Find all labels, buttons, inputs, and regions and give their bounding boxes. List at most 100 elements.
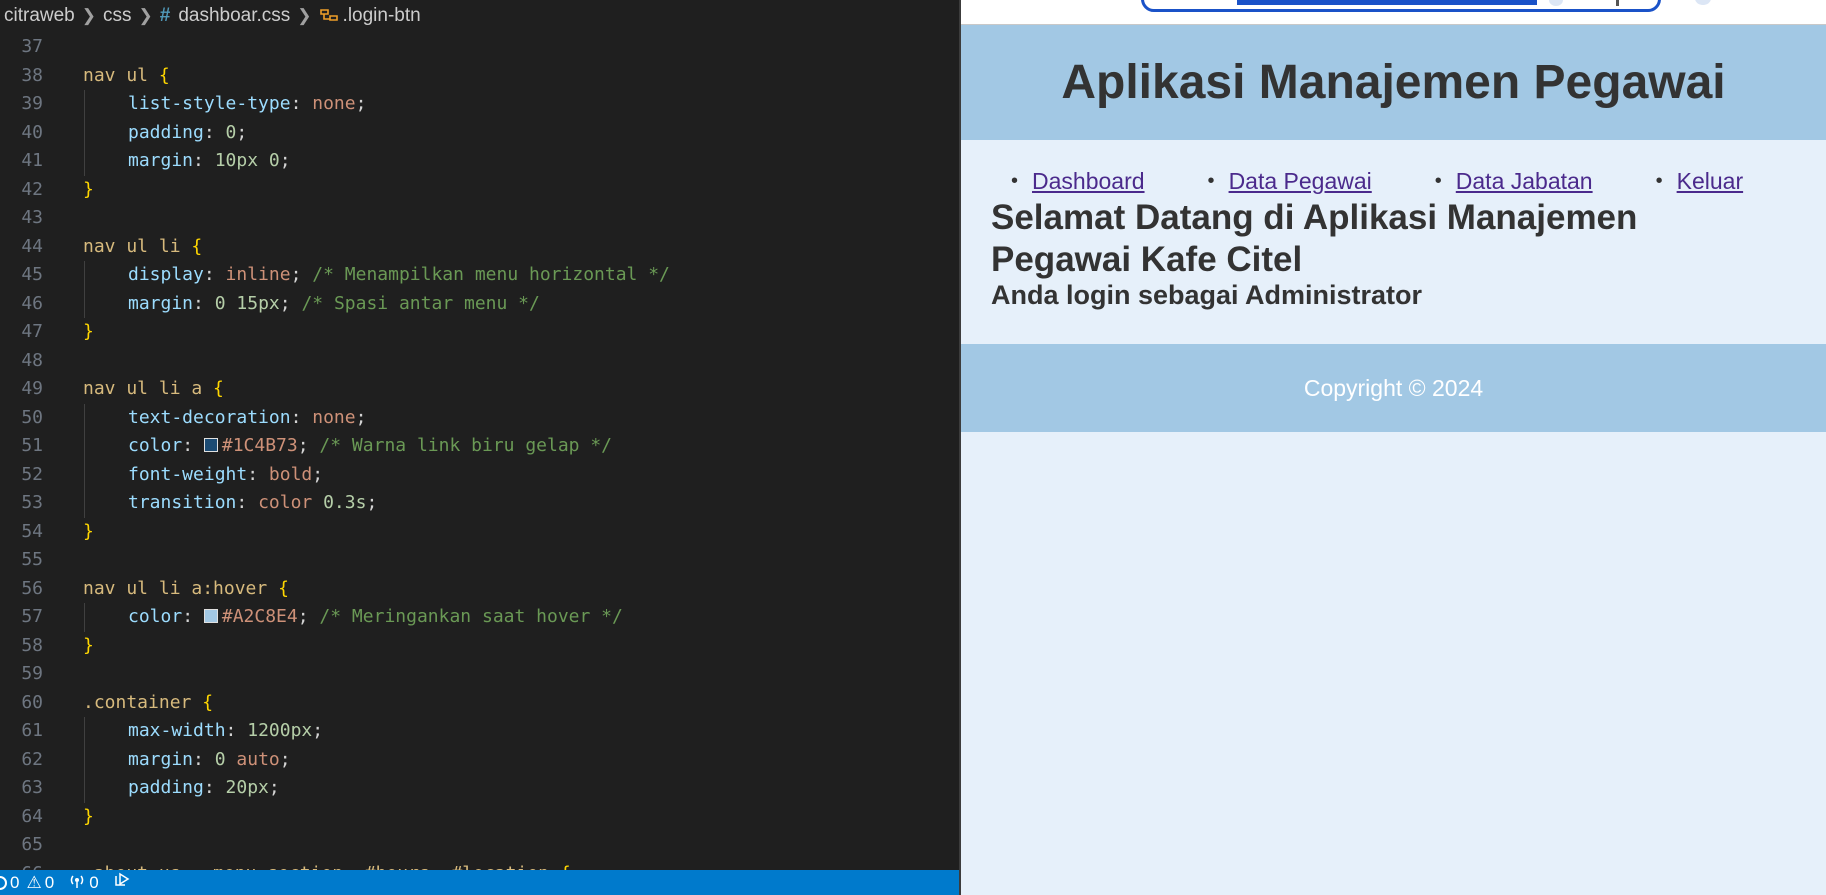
code-line[interactable]: 64}	[0, 803, 960, 832]
code-text: padding: 0;	[128, 119, 247, 148]
nav-link-data-pegawai[interactable]: Data Pegawai	[1229, 168, 1372, 195]
code-line[interactable]: 49 nav ul li a {	[0, 375, 960, 404]
breadcrumb: citraweb ❯ css ❯ # dashboar.css ❯ .login…	[0, 0, 960, 32]
code-line[interactable]: 43	[0, 204, 960, 233]
code-line[interactable]: 53 transition: color 0.3s;	[0, 489, 960, 518]
code-line[interactable]: 46 margin: 0 15px; /* Spasi antar menu */	[0, 289, 960, 319]
code-token: .container	[83, 691, 203, 713]
code-line[interactable]: 61 max-width: 1200px;	[0, 717, 960, 746]
line-number: 50	[21, 406, 43, 428]
line-number: 64	[21, 805, 43, 827]
code-line[interactable]: 55	[0, 546, 960, 575]
code-token: inline	[225, 264, 291, 285]
code-token: ;	[297, 606, 320, 627]
browser-toolbar	[961, 0, 1826, 25]
nav-item: Data Jabatan	[1435, 168, 1593, 195]
code-line[interactable]: 65	[0, 831, 960, 860]
code-token: }	[83, 321, 94, 342]
profile-icon[interactable]	[1695, 0, 1711, 5]
code-line[interactable]: 41 margin: 10px 0;	[0, 147, 960, 176]
color-swatch-icon[interactable]	[203, 609, 218, 623]
code-text: color: #1C4B73; /* Warna link biru gelap…	[128, 432, 612, 461]
code-line[interactable]: 42}	[0, 176, 960, 205]
code-line[interactable]: 40 padding: 0;	[0, 118, 960, 148]
line-number: 62	[21, 748, 43, 770]
code-line[interactable]: 58}	[0, 632, 960, 661]
ports-indicator[interactable]: 0	[68, 873, 99, 893]
breadcrumb-symbol[interactable]: .login-btn	[343, 5, 421, 27]
code-line[interactable]: 45 display: inline; /* Menampilkan menu h…	[0, 261, 960, 290]
color-swatch-icon[interactable]	[203, 438, 218, 452]
breadcrumb-folder-css[interactable]: css	[103, 5, 132, 27]
problems-indicator[interactable]: 0 ⚠ 0	[0, 873, 54, 893]
code-token: #A2C8E4	[221, 606, 298, 627]
code-text: text-decoration: none;	[128, 404, 366, 433]
code-token: :	[193, 748, 215, 770]
code-token: :	[290, 406, 313, 428]
nav-item: Data Pegawai	[1208, 168, 1372, 195]
code-line[interactable]: 50 text-decoration: none;	[0, 403, 960, 433]
code-line[interactable]: 56 nav ul li a:hover {	[0, 575, 960, 604]
code-token: :	[236, 492, 259, 513]
line-number: 48	[21, 349, 43, 371]
code-token: :	[193, 150, 215, 171]
line-number: 47	[21, 321, 43, 342]
code-token: }	[83, 634, 94, 656]
live-share-indicator[interactable]	[113, 872, 131, 893]
code-text: nav ul li {	[83, 233, 202, 262]
line-number: 58	[21, 634, 43, 656]
code-text: nav ul li a {	[83, 375, 224, 404]
breadcrumb-folder-citraweb[interactable]: citraweb	[4, 5, 75, 27]
warning-count: 0	[44, 872, 55, 892]
code-text: margin: 0 15px; /* Spasi antar menu */	[128, 290, 540, 319]
code-line[interactable]: 51 color: #1C4B73; /* Warna link biru gel…	[0, 432, 960, 461]
code-line[interactable]: 63 padding: 20px;	[0, 774, 960, 803]
code-line[interactable]: 37	[0, 33, 960, 62]
code-text: display: inline; /* Menampilkan menu hor…	[128, 261, 670, 290]
code-token: ;	[355, 93, 367, 114]
chevron-right-icon: ❯	[138, 6, 153, 25]
nav-link-dashboard[interactable]: Dashboard	[1032, 168, 1145, 195]
line-number: 45	[21, 264, 43, 285]
code-area[interactable]: 37 38 nav ul {39 list-style-type: none; 40 pa…	[0, 33, 960, 888]
code-token: :	[225, 720, 248, 741]
copyright-text: Copyright © 2024	[1303, 374, 1484, 401]
welcome-heading: Selamat Datang di Aplikasi Manajemen Peg…	[991, 198, 1638, 279]
code-line[interactable]: 39 list-style-type: none;	[0, 90, 960, 119]
code-token: list-style-type	[128, 93, 291, 114]
nav-link-data-jabatan[interactable]: Data Jabatan	[1456, 168, 1593, 195]
breadcrumb-file[interactable]: dashboar.css	[178, 5, 290, 27]
code-editor[interactable]: citraweb ❯ css ❯ # dashboar.css ❯ .login…	[0, 0, 960, 895]
code-text: }	[83, 632, 94, 661]
code-line[interactable]: 52 font-weight: bold;	[0, 460, 960, 489]
nav-list: Dashboard Data Pegawai Data Jabatan Kelu…	[961, 168, 1826, 195]
code-line[interactable]: 47}	[0, 318, 960, 347]
code-token: :	[203, 121, 226, 143]
code-token: nav ul li a:hover	[83, 577, 279, 599]
code-line[interactable]: 60 .container {	[0, 689, 960, 718]
toolbar-icon	[1616, 0, 1619, 6]
code-token: /* Menampilkan menu horizontal */	[312, 264, 670, 285]
chevron-right-icon: ❯	[297, 6, 312, 25]
code-token: color	[128, 606, 183, 627]
code-token: 0 15px	[214, 292, 280, 314]
code-text: margin: 10px 0;	[128, 147, 291, 176]
code-token: ;	[290, 264, 313, 285]
code-line[interactable]: 62 margin: 0 auto;	[0, 745, 960, 774]
code-line[interactable]: 54}	[0, 518, 960, 547]
code-text: }	[83, 803, 94, 832]
code-line[interactable]: 38 nav ul {	[0, 62, 960, 91]
code-token: nav ul li a	[83, 378, 214, 399]
code-line[interactable]: 57 color: #A2C8E4; /* Meringankan saat ho…	[0, 603, 960, 632]
code-token: {	[202, 691, 214, 713]
nav-link-keluar[interactable]: Keluar	[1677, 168, 1743, 195]
code-token: text-decoration	[128, 406, 291, 428]
code-line[interactable]: 48	[0, 347, 960, 376]
code-token: ;	[366, 492, 378, 513]
nav-item: Dashboard	[1011, 168, 1145, 195]
code-line[interactable]: 59	[0, 660, 960, 689]
line-number: 59	[21, 663, 43, 684]
indent-guide	[84, 432, 85, 461]
code-text: color: #A2C8E4; /* Meringankan saat hove…	[128, 603, 623, 632]
code-line[interactable]: 44 nav ul li {	[0, 233, 960, 262]
